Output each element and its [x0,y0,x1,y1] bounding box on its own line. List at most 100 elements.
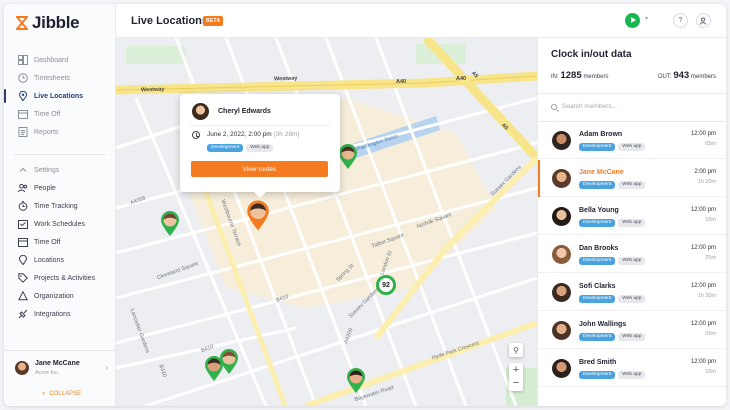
sidebar: Jibble Dashboard Timesheets Live Locatio… [4,4,116,406]
avatar [552,245,571,264]
members-word: members [690,74,716,80]
member-duration: 05m [705,331,716,337]
sidebar-item-time-tracking[interactable]: Time Tracking [4,197,116,215]
member-tags: Development Web app [579,295,646,303]
search-input[interactable]: Search members... [562,103,617,110]
location-icon [18,255,28,265]
out-label: OUT: [657,74,672,80]
tag-development: Development [579,143,616,151]
list-item[interactable]: Adam Brown Development Web app 12:00 pm 0… [538,122,726,159]
out-count: 943 [673,70,690,81]
sidebar-item-projects[interactable]: Projects & Activities [4,269,116,287]
tag-web-app: Web app [618,143,646,151]
view-routes-button[interactable]: View routes [191,161,328,177]
zoom-in-button[interactable]: + [513,364,519,377]
popup-timestamp: June 2, 2022, 2:00 pm (3h 29m) [207,131,300,138]
members-word: members [583,74,609,80]
chevron-down-icon[interactable]: ▾ [645,15,648,22]
popup-tags: Development Web app [207,144,274,152]
tag-web-app: Web app [618,219,646,227]
top-header: Live Locations BETA ▾ ? [116,4,726,38]
sidebar-item-organization[interactable]: Organization [4,287,116,305]
sidebar-item-integrations[interactable]: Integrations [4,305,116,323]
list-item[interactable]: John Wallings Development Web app 12:00 p… [538,312,726,349]
list-item[interactable]: Dan Brooks Development Web app 12:00 pm 2… [538,236,726,273]
sidebar-item-time-off[interactable]: Time Off [4,105,116,123]
zoom-out-button[interactable]: − [513,377,519,390]
member-name: Adam Brown [579,131,623,138]
user-profile[interactable]: Jane McCane Acme Inc. › « COLLAPSE [4,350,116,406]
member-time: 12:00 pm [690,207,716,213]
member-duration: 25m [705,255,716,261]
sidebar-item-label: Reports [34,128,59,136]
member-time: 12:00 pm [690,359,716,365]
member-name: Dan Brooks [579,245,619,252]
avatar [552,321,571,340]
member-location-pin[interactable] [160,211,180,237]
sidebar-item-label: Integrations [34,310,71,318]
member-duration: 05m [705,141,716,147]
avatar [15,361,29,375]
list-item[interactable]: Bred Smith Development Web app 12:00 pm 1… [538,350,726,387]
tag-development: Development [579,333,616,341]
member-location-pin[interactable] [346,368,366,394]
brand-name: Jibble [32,13,80,32]
clock-in-button[interactable] [625,13,640,28]
sidebar-item-dashboard[interactable]: Dashboard [4,51,116,69]
org-icon [18,291,28,301]
calendar-icon [18,237,28,247]
sidebar-item-label: Live Locations [34,92,84,100]
collapse-button[interactable]: « COLLAPSE [42,391,81,397]
sidebar-item-label: Locations [34,256,64,264]
sidebar-item-timesheets[interactable]: Timesheets [4,69,116,87]
tag-web-app: Web app [618,295,646,303]
sidebar-item-people[interactable]: People [4,179,116,197]
avatar [552,207,571,226]
map-pin-icon [18,91,28,101]
chevron-right-icon: › [105,363,108,372]
member-tags: Development Web app [579,143,646,151]
settings-section-toggle[interactable]: Settings [4,161,116,179]
collapse-label: COLLAPSE [49,391,82,397]
popup-duration: (3h 29m) [273,131,300,138]
member-location-pin[interactable] [219,349,239,375]
member-location-pin[interactable] [338,144,358,170]
tag-web-app: Web app [246,144,274,152]
selected-member-pin[interactable] [246,200,270,232]
help-icon[interactable]: ? [673,13,688,28]
tag-development: Development [579,219,616,227]
tag-icon [18,273,28,283]
user-org: Acme Inc. [35,370,60,376]
sidebar-item-reports[interactable]: Reports [4,123,116,141]
map-view[interactable]: Westway Westway A40 A40 A5 A5 A4206 A420… [116,38,537,406]
avatar [192,103,209,120]
sidebar-item-label: Timesheets [34,74,70,82]
member-duration: 1h 20m [697,179,716,185]
member-name: Jane McCane [579,169,624,176]
clock-icon [192,131,200,139]
logo[interactable]: Jibble [14,13,80,33]
location-cluster[interactable]: 92 [376,275,396,295]
sidebar-item-locations[interactable]: Locations [4,251,116,269]
list-item[interactable]: Bella Young Development Web app 12:00 pm … [538,198,726,235]
sidebar-item-label: Time Off [34,110,61,118]
tag-development: Development [579,257,616,265]
tag-development: Development [579,295,616,303]
popup-date: June 2, 2022, 2:00 pm [207,131,272,138]
map-label: Westway [140,86,165,94]
street-view-icon[interactable]: ⚲ [509,343,523,357]
sidebar-item-work-schedules[interactable]: Work Schedules [4,215,116,233]
member-duration: 10m [705,369,716,375]
member-name: John Wallings [579,321,627,328]
settings-nav: Settings People Time Tracking Work Sched… [4,161,116,323]
member-time: 2:00 pm [694,169,716,175]
sidebar-item-live-locations[interactable]: Live Locations [4,87,116,105]
clock-icon [18,73,28,83]
sidebar-item-settings-time-off[interactable]: Time Off [4,233,116,251]
popup-divider [190,125,330,126]
sidebar-item-label: Time Tracking [34,202,78,210]
member-search[interactable]: Search members... [551,103,617,110]
user-settings-icon[interactable] [696,13,711,28]
list-item[interactable]: Sofi Clarks Development Web app 12:00 pm … [538,274,726,311]
list-item[interactable]: Jane McCane Development Web app 2:00 pm 1… [538,160,726,197]
